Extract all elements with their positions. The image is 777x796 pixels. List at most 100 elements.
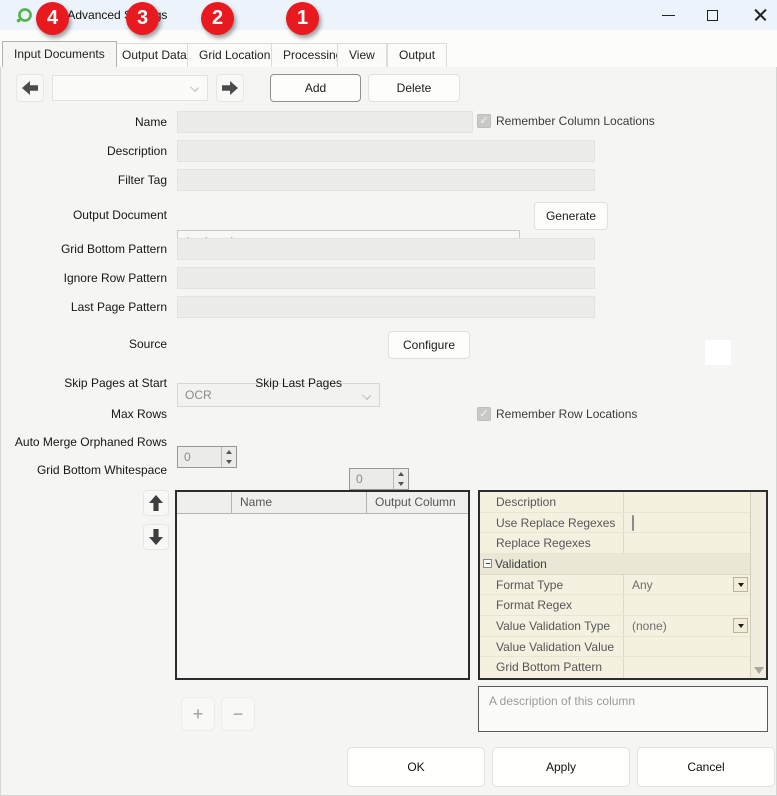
value-validation-type-dropdown-button[interactable] xyxy=(733,618,748,633)
remove-column-button[interactable]: − xyxy=(221,697,255,731)
columns-table[interactable]: Name Output Column xyxy=(175,490,470,680)
ignore-row-pattern-label: Ignore Row Pattern xyxy=(0,267,167,289)
previous-document-button[interactable] xyxy=(16,74,44,102)
add-column-button[interactable]: + xyxy=(181,697,215,731)
property-row-format-regex[interactable]: Format Regex xyxy=(480,595,750,616)
cancel-button-label: Cancel xyxy=(687,760,724,774)
property-row-description[interactable]: Description xyxy=(480,492,750,513)
close-button[interactable] xyxy=(743,0,777,30)
annotation-badge-3[interactable]: 3 xyxy=(126,2,159,35)
property-label: Replace Regexes xyxy=(496,533,623,553)
name-label: Name xyxy=(0,111,167,133)
property-row-replace-regexes[interactable]: Replace Regexes xyxy=(480,533,750,554)
move-column-down-button[interactable] xyxy=(143,524,169,550)
document-selector[interactable] xyxy=(52,75,208,101)
next-document-button[interactable] xyxy=(216,74,244,102)
minimize-button[interactable] xyxy=(651,0,685,30)
last-page-pattern-field[interactable] xyxy=(177,296,595,318)
chevron-down-icon xyxy=(190,83,199,92)
dropdown-icon xyxy=(738,583,744,587)
property-value[interactable] xyxy=(623,657,750,678)
grid-bottom-pattern-field[interactable] xyxy=(177,238,595,260)
property-row-value-validation-value[interactable]: Value Validation Value xyxy=(480,637,750,658)
add-button-label: Add xyxy=(305,81,326,95)
property-value[interactable] xyxy=(623,533,750,553)
property-grid-scrollbar[interactable] xyxy=(750,492,766,678)
name-field[interactable] xyxy=(177,111,473,133)
tab-strip: Input Documents Output Data Grid Locatio… xyxy=(0,30,777,67)
step-down-icon xyxy=(226,460,232,464)
tab-label: Output Data xyxy=(122,48,187,62)
badge-number: 4 xyxy=(47,7,58,30)
tab-output[interactable]: Output xyxy=(387,43,447,67)
stepper-arrows[interactable] xyxy=(393,469,408,489)
property-row-value-validation-type[interactable]: Value Validation Type (none) xyxy=(480,616,750,637)
property-value[interactable] xyxy=(623,637,750,657)
column-property-grid[interactable]: Description Use Replace Regexes Replace … xyxy=(478,490,768,680)
filter-tag-field[interactable] xyxy=(177,169,595,191)
remember-row-locations-checkbox[interactable] xyxy=(477,407,491,421)
arrow-left-icon xyxy=(22,81,38,95)
output-document-label: Output Document xyxy=(0,204,167,226)
ignore-row-pattern-field[interactable] xyxy=(177,267,595,289)
property-value[interactable]: Any xyxy=(623,575,750,595)
tab-view[interactable]: View xyxy=(337,43,387,67)
name-column-header[interactable]: Name xyxy=(232,492,367,513)
tab-label: Processing xyxy=(283,48,342,62)
add-button[interactable]: Add xyxy=(270,74,361,102)
ok-button[interactable]: OK xyxy=(347,747,485,787)
maximize-button[interactable] xyxy=(695,0,729,30)
property-label: Description xyxy=(496,492,623,512)
minimize-icon xyxy=(662,15,675,16)
property-row-use-replace-regexes[interactable]: Use Replace Regexes xyxy=(480,513,750,534)
cancel-button[interactable]: Cancel xyxy=(637,747,775,787)
generate-button[interactable]: Generate xyxy=(534,202,608,230)
property-value[interactable] xyxy=(623,595,750,615)
delete-button[interactable]: Delete xyxy=(368,74,460,102)
property-value[interactable] xyxy=(623,513,750,533)
source-label: Source xyxy=(0,333,167,355)
column-description-placeholder: A description of this column xyxy=(489,694,635,708)
property-label: Format Regex xyxy=(496,595,623,615)
property-label: Format Type xyxy=(496,575,623,595)
skip-last-pages-stepper[interactable]: 0 xyxy=(349,468,409,490)
column-description-field[interactable]: A description of this column xyxy=(478,686,768,732)
output-column-header[interactable]: Output Column xyxy=(367,492,468,513)
remember-row-locations-label: Remember Row Locations xyxy=(496,406,637,422)
property-label: Use Replace Regexes xyxy=(496,513,623,533)
arrow-up-icon xyxy=(149,495,163,511)
badge-number: 1 xyxy=(297,7,308,30)
apply-button-label: Apply xyxy=(546,760,576,774)
apply-button[interactable]: Apply xyxy=(492,747,630,787)
badge-number: 2 xyxy=(212,7,223,30)
format-type-dropdown-button[interactable] xyxy=(733,577,748,592)
ok-button-label: OK xyxy=(407,760,424,774)
property-row-format-type[interactable]: Format Type Any xyxy=(480,575,750,596)
generate-button-label: Generate xyxy=(546,209,596,223)
tab-input-documents[interactable]: Input Documents xyxy=(2,41,117,67)
property-value[interactable] xyxy=(623,492,750,512)
property-value[interactable]: (none) xyxy=(623,616,750,636)
step-down-icon xyxy=(398,482,404,486)
description-field[interactable] xyxy=(177,140,595,162)
annotation-badge-1[interactable]: 1 xyxy=(286,2,319,35)
property-row-grid-bottom-pattern[interactable]: Grid Bottom Pattern xyxy=(480,657,750,678)
move-column-up-button[interactable] xyxy=(143,490,169,516)
skip-pages-at-start-value: 0 xyxy=(184,450,191,464)
collapse-icon[interactable] xyxy=(483,559,492,568)
use-replace-regexes-checkbox[interactable] xyxy=(632,515,634,531)
skip-pages-at-start-stepper[interactable]: 0 xyxy=(177,446,237,468)
stepper-arrows[interactable] xyxy=(221,447,236,467)
row-selector-header xyxy=(177,492,232,513)
annotation-badge-4[interactable]: 4 xyxy=(36,2,69,35)
title-bar: Grid Advanced Settings xyxy=(0,0,777,30)
property-category-validation[interactable]: Validation xyxy=(480,554,750,575)
badge-number: 3 xyxy=(137,7,148,30)
annotation-badge-2[interactable]: 2 xyxy=(201,2,234,35)
property-label: Value Validation Value xyxy=(496,637,623,657)
property-label: Grid Bottom Pattern xyxy=(496,657,623,678)
configure-button[interactable]: Configure xyxy=(388,331,470,359)
tab-output-data[interactable]: Output Data xyxy=(110,43,199,67)
remember-column-locations-checkbox[interactable] xyxy=(477,114,491,128)
tab-grid-location[interactable]: Grid Location xyxy=(187,43,282,67)
